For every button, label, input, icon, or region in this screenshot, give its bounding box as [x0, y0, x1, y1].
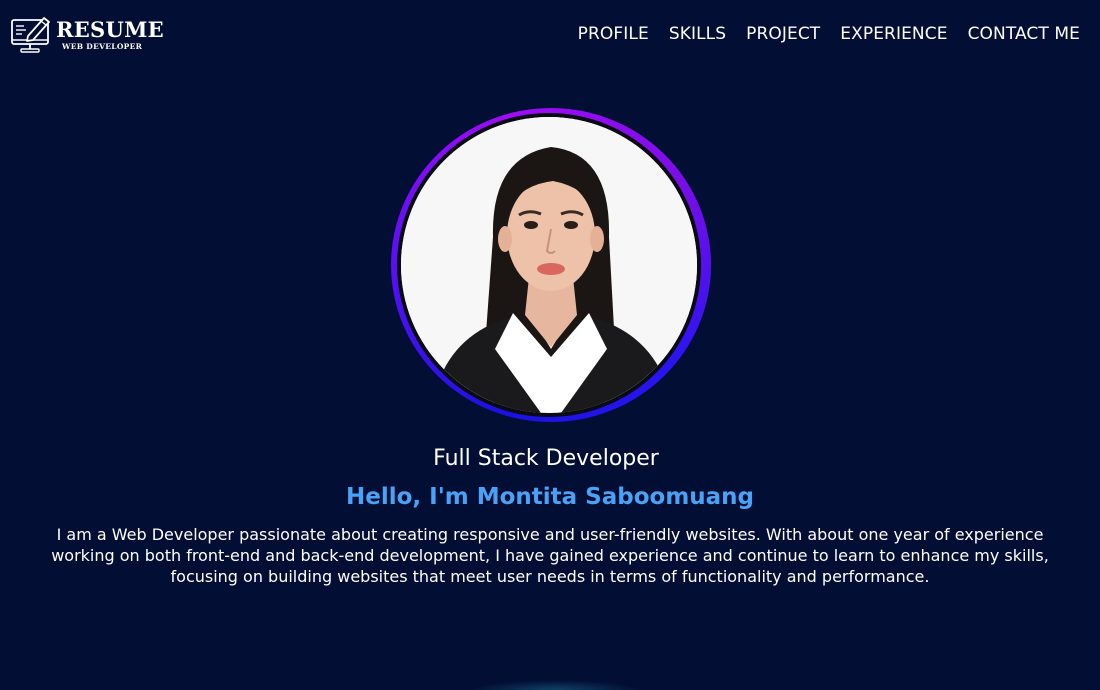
nav-contact-me[interactable]: CONTACT ME: [968, 24, 1080, 44]
avatar-ring: [391, 108, 711, 422]
nav-experience[interactable]: EXPERIENCE: [840, 24, 947, 44]
profile-photo: [401, 117, 697, 413]
logo-subtitle: WEB DEVELOPER: [62, 42, 143, 52]
greeting-heading: Hello, I'm Montita Saboomuang: [345, 484, 755, 510]
nav-profile[interactable]: PROFILE: [578, 24, 649, 44]
logo-title: RESUME: [56, 17, 164, 43]
decorative-glow: [470, 680, 640, 690]
nav-project[interactable]: PROJECT: [746, 24, 820, 44]
nav-skills[interactable]: SKILLS: [669, 24, 726, 44]
monitor-pencil-icon: [11, 17, 50, 53]
bio-paragraph: I am a Web Developer passionate about cr…: [51, 525, 1049, 586]
avatar-frame: [397, 113, 701, 417]
role-title: Full Stack Developer: [433, 446, 659, 471]
header: RESUME WEB DEVELOPER PROFILE SKILLS PROJ…: [0, 0, 1100, 70]
main-nav: PROFILE SKILLS PROJECT EXPERIENCE CONTAC…: [578, 24, 1080, 44]
logo[interactable]: RESUME WEB DEVELOPER: [10, 14, 164, 56]
person-portrait-icon: [401, 117, 697, 413]
page: RESUME WEB DEVELOPER PROFILE SKILLS PROJ…: [0, 0, 1100, 690]
